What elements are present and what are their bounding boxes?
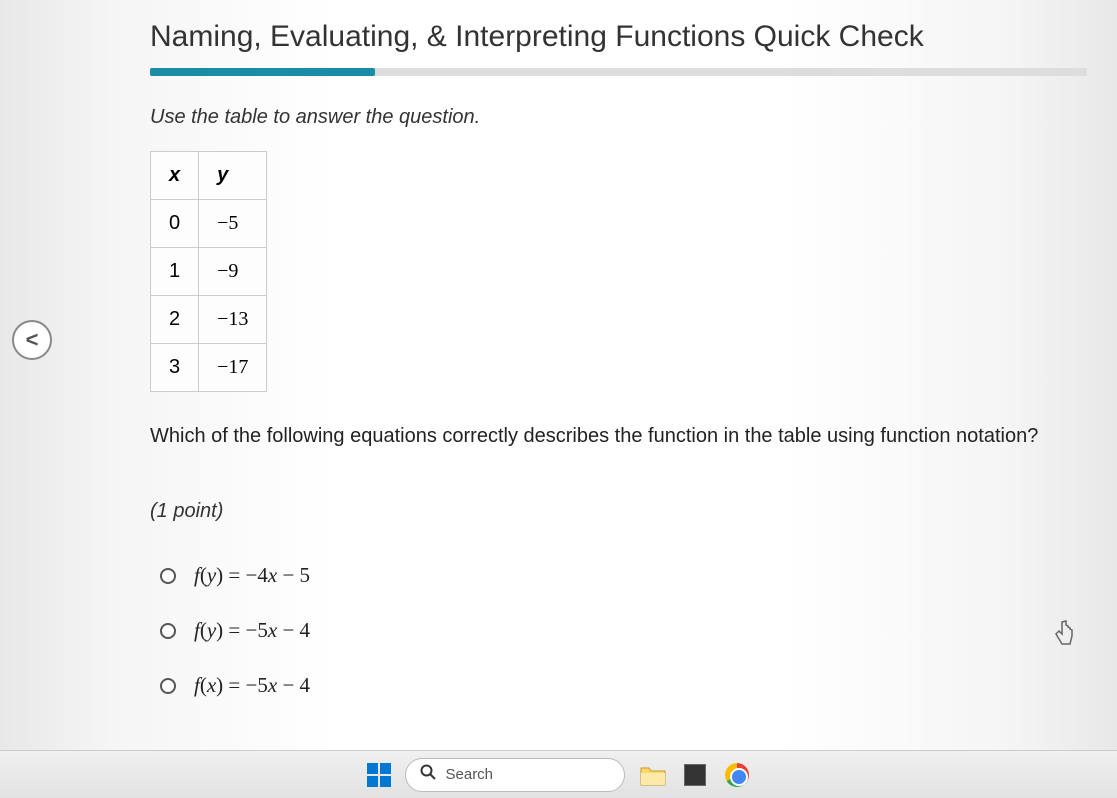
search-icon <box>420 764 436 785</box>
option-label: f(y) = −5x − 4 <box>194 618 310 643</box>
option-label: f(y) = −4x − 5 <box>194 563 310 588</box>
taskbar: Search <box>0 750 1117 798</box>
radio-icon[interactable] <box>160 678 176 694</box>
options-group: f(y) = −4x − 5 f(y) = −5x − 4 f(x) = −5x… <box>160 563 1087 698</box>
points-label: (1 point) <box>150 500 1087 523</box>
taskbar-search[interactable]: Search <box>405 758 625 792</box>
table-cell: 1 <box>151 248 199 296</box>
chrome-icon[interactable] <box>723 761 751 789</box>
table-header-x: x <box>151 152 199 200</box>
table-cell: 0 <box>151 200 199 248</box>
table-row: 0 −5 <box>151 200 267 248</box>
option-2[interactable]: f(y) = −5x − 4 <box>160 618 1087 643</box>
option-label: f(x) = −5x − 4 <box>194 673 310 698</box>
table-header-y: y <box>199 152 267 200</box>
chevron-left-icon: < <box>26 327 39 353</box>
table-cell: 3 <box>151 344 199 392</box>
cursor-pointer-icon <box>1053 620 1077 655</box>
table-row: 3 −17 <box>151 344 267 392</box>
table-cell: −5 <box>199 200 267 248</box>
progress-fill <box>150 68 375 76</box>
page-title: Naming, Evaluating, & Interpreting Funct… <box>150 20 1087 54</box>
xy-table: x y 0 −5 1 −9 2 −13 3 −17 <box>150 151 267 392</box>
radio-icon[interactable] <box>160 623 176 639</box>
start-button[interactable] <box>367 763 391 787</box>
radio-icon[interactable] <box>160 568 176 584</box>
progress-bar <box>150 68 1087 76</box>
table-cell: −9 <box>199 248 267 296</box>
option-3[interactable]: f(x) = −5x − 4 <box>160 673 1087 698</box>
table-header-row: x y <box>151 152 267 200</box>
instruction-text: Use the table to answer the question. <box>150 106 1087 129</box>
file-explorer-icon[interactable] <box>639 761 667 789</box>
table-row: 2 −13 <box>151 296 267 344</box>
option-1[interactable]: f(y) = −4x − 5 <box>160 563 1087 588</box>
taskbar-app-icon[interactable] <box>681 761 709 789</box>
prev-button[interactable]: < <box>12 320 52 360</box>
search-placeholder: Search <box>446 766 494 783</box>
table-cell: −17 <box>199 344 267 392</box>
table-row: 1 −9 <box>151 248 267 296</box>
table-cell: 2 <box>151 296 199 344</box>
question-text: Which of the following equations correct… <box>150 422 1087 450</box>
table-cell: −13 <box>199 296 267 344</box>
